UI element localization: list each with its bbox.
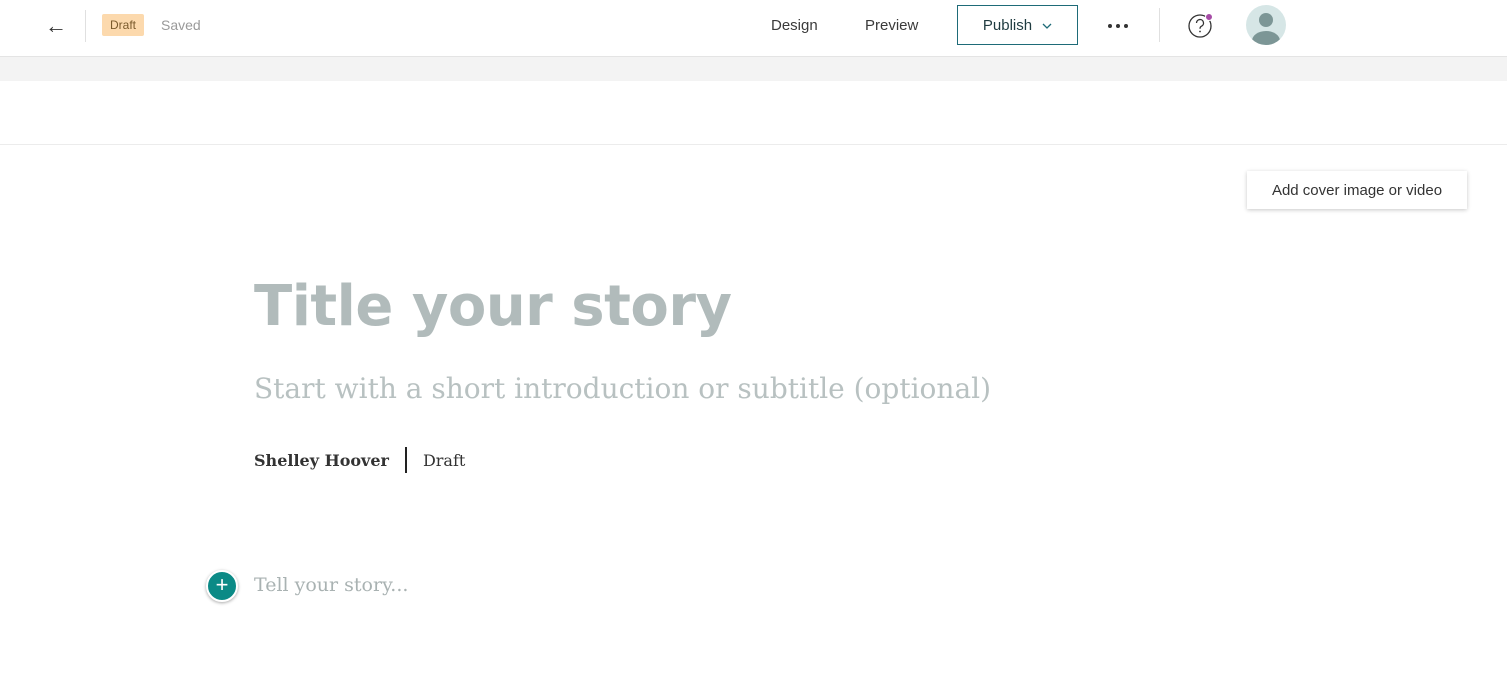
section-divider xyxy=(0,144,1507,145)
arrow-left-icon: ← xyxy=(45,13,67,38)
byline-divider xyxy=(404,447,407,473)
more-options-button[interactable] xyxy=(1102,12,1134,38)
user-avatar[interactable] xyxy=(1246,5,1286,45)
status-badge: Draft xyxy=(102,14,145,36)
ellipsis-icon xyxy=(1107,16,1129,34)
question-circle-icon xyxy=(1187,14,1213,43)
story-title-input[interactable]: Title your story xyxy=(254,274,732,339)
add-cover-button[interactable]: Add cover image or video xyxy=(1247,171,1467,209)
story-subtitle-input[interactable]: Start with a short introduction or subti… xyxy=(254,372,991,405)
story-body-input[interactable]: Tell your story... xyxy=(254,574,408,596)
toolbar-divider-right xyxy=(1159,8,1160,42)
publish-button[interactable]: Publish xyxy=(957,5,1078,45)
chevron-down-icon xyxy=(1042,17,1052,34)
toolbar-divider xyxy=(85,10,86,42)
top-toolbar: ← Draft Saved Design Preview Publish xyxy=(0,0,1507,57)
back-button[interactable]: ← xyxy=(40,12,72,40)
help-button[interactable] xyxy=(1187,13,1213,39)
header-band xyxy=(0,57,1507,81)
add-block-button[interactable]: + xyxy=(206,570,238,602)
save-status: Saved xyxy=(161,17,201,33)
author-name: Shelley Hoover xyxy=(254,450,389,470)
plus-icon: + xyxy=(215,572,229,597)
notification-dot xyxy=(1205,13,1213,21)
design-tab[interactable]: Design xyxy=(771,17,818,34)
byline: Shelley Hoover Draft xyxy=(254,447,465,473)
user-avatar-icon xyxy=(1246,5,1286,49)
publish-label: Publish xyxy=(982,16,1033,34)
byline-status: Draft xyxy=(422,450,466,470)
preview-tab[interactable]: Preview xyxy=(865,17,918,34)
